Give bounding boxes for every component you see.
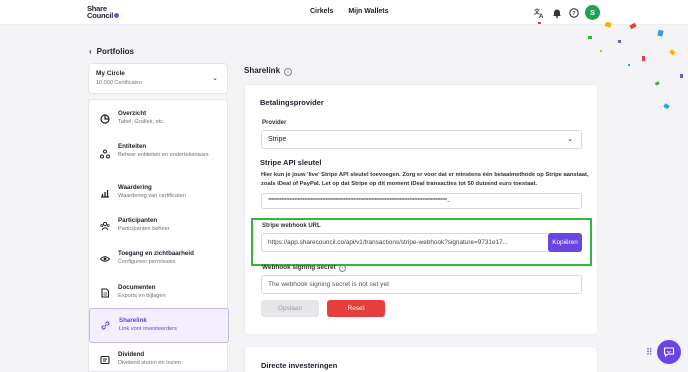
sidebar-item-subtitle: Link voor investeerders xyxy=(119,326,177,332)
direct-investments-heading: Directe investeringen xyxy=(261,361,338,370)
bar-chart-icon xyxy=(99,187,110,198)
direct-investments-card: Directe investeringen xyxy=(244,346,598,372)
sidebar-item-subtitle: Exports en bijlagen xyxy=(118,293,166,299)
payment-provider-heading: Betalingsprovider xyxy=(260,98,324,107)
stripe-api-key-description: Hier kun je jouw 'live' Stripe API sleut… xyxy=(261,172,589,187)
portfolio-certificates: 10.000 Certificaten xyxy=(96,80,143,86)
sharecouncil-logo[interactable]: Share Council xyxy=(87,5,120,20)
eye-lock-icon xyxy=(99,253,110,264)
sidebar-item-waardering[interactable]: Waardering Waardering van certificaten xyxy=(89,176,229,209)
sidebar-item-title: Waardering xyxy=(118,184,152,191)
sidebar-item-participanten[interactable]: Participanten Participanten beheer xyxy=(89,209,229,242)
sidebar-item-entiteiten[interactable]: Entiteiten Beheer entiteiten en ondertek… xyxy=(89,137,229,170)
link-icon xyxy=(100,320,111,331)
sidebar-item-toegang-en-zichtbaarheid[interactable]: Toegang en zichtbaarheid Configureer per… xyxy=(89,242,229,275)
copy-webhook-button[interactable]: Kopiëren xyxy=(548,233,582,252)
webhook-url-field[interactable]: https://app.sharecouncil.co/api/v1/trans… xyxy=(261,233,582,252)
users-icon xyxy=(99,220,110,231)
nav-link-mijn-wallets[interactable]: Mijn Wallets xyxy=(348,8,388,15)
sidebar-item-title: Sharelink xyxy=(119,317,147,324)
chat-button[interactable] xyxy=(657,340,681,364)
webhook-url-label: Stripe webhook URL xyxy=(262,223,321,229)
sidebar-item-title: Toegang en zichtbaarheid xyxy=(118,250,194,257)
sidebar-item-overzicht[interactable]: Overzicht Tabel, Grafiek, etc. xyxy=(89,102,229,135)
provider-select[interactable]: Stripe ⌄ xyxy=(261,130,582,149)
dividend-icon xyxy=(99,354,110,365)
page-title: Sharelink i xyxy=(244,66,293,76)
sidebar-item-subtitle: Participanten beheer xyxy=(118,226,170,232)
bell-icon[interactable] xyxy=(550,6,563,19)
portfolio-selector[interactable]: My Circle 10.000 Certificaten ⌄ xyxy=(88,63,228,94)
nav-link-cirkels[interactable]: Cirkels xyxy=(310,8,333,15)
sidebar-item-title: Entiteiten xyxy=(118,143,147,150)
sidebar-item-dividend[interactable]: Dividend Dividend sturen en inzien xyxy=(89,343,229,372)
provider-selected-value: Stripe xyxy=(268,136,287,143)
svg-text:A: A xyxy=(539,14,544,18)
sidebar-item-documenten[interactable]: Documenten Exports en bijlagen xyxy=(89,276,229,309)
provider-label: Provider xyxy=(262,120,287,126)
sidebar-item-title: Dividend xyxy=(118,351,145,358)
page-title-text: Sharelink xyxy=(244,66,281,75)
header-icons: 文A ? xyxy=(533,6,580,19)
back-label: Portfolios xyxy=(96,47,135,56)
sidebar-item-subtitle: Beheer entiteiten en ondertekenaars xyxy=(118,152,209,158)
reset-button[interactable]: Reset xyxy=(327,300,385,317)
sidebar-item-title: Overzicht xyxy=(118,110,147,117)
logo-text-line2: Council xyxy=(87,11,114,20)
info-icon[interactable]: i xyxy=(284,68,293,76)
apps-grid-icon[interactable]: ⠿ xyxy=(646,347,653,358)
sidebar-item-subtitle: Tabel, Grafiek, etc. xyxy=(118,119,165,125)
main-nav: Cirkels Mijn Wallets xyxy=(310,8,402,15)
sidebar-item-title: Documenten xyxy=(118,284,156,291)
webhook-secret-field[interactable]: The webhook signing secret is not set ye… xyxy=(261,275,582,294)
sidebar-item-subtitle: Configureer permissies xyxy=(118,259,176,265)
entities-icon xyxy=(99,148,110,159)
stripe-api-key-field[interactable]: ****************************************… xyxy=(261,193,582,209)
help-icon[interactable]: ? xyxy=(567,6,580,19)
payment-provider-card xyxy=(244,84,598,335)
webhook-secret-label-text: Webhook signing secret xyxy=(262,264,336,271)
chevron-down-icon: ⌄ xyxy=(567,136,573,143)
portfolio-name: My Circle xyxy=(96,70,125,77)
sidebar-item-title: Participanten xyxy=(118,217,158,224)
pie-chart-icon xyxy=(99,113,110,124)
stripe-api-key-heading: Stripe API sleutel xyxy=(260,158,322,167)
chevron-down-icon: ⌄ xyxy=(212,75,218,82)
webhook-secret-label: Webhook signing secret i xyxy=(262,264,346,272)
translate-icon[interactable]: 文A xyxy=(533,6,546,19)
sidebar-item-sharelink[interactable]: Sharelink Link voor investeerders xyxy=(89,308,229,343)
logo-dot xyxy=(114,13,120,18)
sidebar-item-subtitle: Waardering van certificaten xyxy=(118,193,186,199)
chat-icon xyxy=(663,347,675,358)
sidebar-item-subtitle: Dividend sturen en inzien xyxy=(118,360,181,366)
info-icon[interactable]: i xyxy=(338,265,346,272)
save-button[interactable]: Opslaan xyxy=(261,300,319,317)
user-avatar[interactable]: S xyxy=(585,5,600,20)
document-icon xyxy=(99,287,110,298)
portfolio-sidebar-menu: Overzicht Tabel, Grafiek, etc. Entiteite… xyxy=(88,99,229,372)
chevron-left-icon: ‹ xyxy=(89,47,92,56)
back-to-portfolios-link[interactable]: ‹ Portfolios xyxy=(89,47,134,56)
